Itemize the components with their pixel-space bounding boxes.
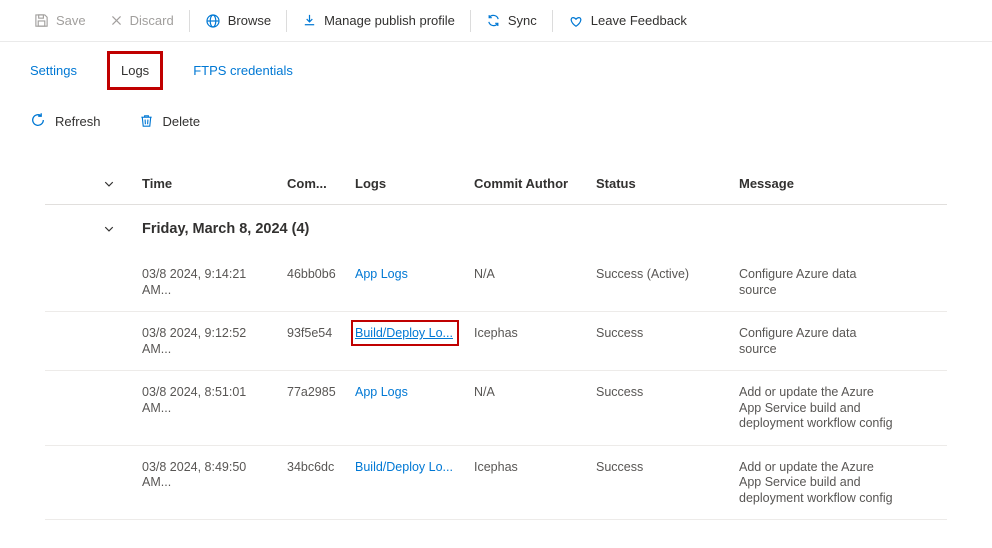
date-group-row: Friday, March 8, 2024 (4) [45,205,947,253]
build-deploy-logs-link[interactable]: Build/Deploy Lo... [355,460,453,474]
sync-label: Sync [508,13,537,28]
cell-message: Add or update the Azure App Service buil… [739,385,947,432]
cell-message: Add or update the Azure App Service buil… [739,460,947,507]
manage-publish-profile-button[interactable]: Manage publish profile [290,0,467,41]
discard-button[interactable]: Discard [98,0,186,41]
cell-message: Configure Azure data source [739,267,947,298]
app-logs-link[interactable]: App Logs [355,267,408,281]
toolbar-separator [470,10,471,32]
table-header-row: Time Com... Logs Commit Author Status Me… [45,163,947,205]
tab-ftps-credentials[interactable]: FTPS credentials [191,55,295,89]
toolbar-separator [286,10,287,32]
discard-icon [110,14,123,27]
refresh-icon [30,112,46,131]
save-icon [34,13,49,28]
browse-icon [205,13,221,29]
chevron-down-icon [103,178,115,190]
cell-time: 03/8 2024, 8:51:01 AM... [142,385,287,416]
cell-commit: 46bb0b6 [287,267,355,283]
cell-status: Success [596,326,739,342]
chevron-down-icon [103,223,115,235]
cell-commit-author: N/A [474,267,596,283]
cell-commit-author: Icephas [474,460,596,476]
tab-bar: Settings Logs FTPS credentials [0,55,992,89]
toolbar-separator [189,10,190,32]
toolbar-separator [552,10,553,32]
command-bar: Save Discard Browse Manage publish profi… [0,0,992,42]
cell-commit-author: Icephas [474,326,596,342]
deployment-logs-table: Time Com... Logs Commit Author Status Me… [45,163,947,520]
delete-label: Delete [163,114,201,129]
build-deploy-logs-link[interactable]: Build/Deploy Lo... [355,326,453,340]
cell-commit: 34bc6dc [287,460,355,476]
cell-time: 03/8 2024, 8:49:50 AM... [142,460,287,491]
app-logs-link[interactable]: App Logs [355,385,408,399]
table-row[interactable]: 03/8 2024, 8:51:01 AM... 77a2985 App Log… [45,371,947,446]
delete-button[interactable]: Delete [139,113,201,131]
header-commit[interactable]: Com... [287,176,355,191]
refresh-label: Refresh [55,114,101,129]
cell-commit: 93f5e54 [287,326,355,342]
tab-logs[interactable]: Logs [119,55,151,89]
header-commit-author[interactable]: Commit Author [474,176,596,191]
logs-action-bar: Refresh Delete [0,112,992,131]
table-row[interactable]: 03/8 2024, 9:12:52 AM... 93f5e54 Build/D… [45,312,947,371]
save-button[interactable]: Save [22,0,98,41]
cell-status: Success (Active) [596,267,739,283]
group-collapse-toggle[interactable] [45,223,142,235]
browse-button[interactable]: Browse [193,0,283,41]
discard-label: Discard [130,13,174,28]
save-label: Save [56,13,86,28]
table-row[interactable]: 03/8 2024, 9:14:21 AM... 46bb0b6 App Log… [45,253,947,312]
cell-time: 03/8 2024, 9:14:21 AM... [142,267,287,298]
header-collapse-all[interactable] [45,178,142,190]
header-message[interactable]: Message [739,176,947,191]
date-group-label: Friday, March 8, 2024 (4) [142,221,947,237]
cell-commit-author: N/A [474,385,596,401]
cell-message: Configure Azure data source [739,326,947,357]
leave-feedback-label: Leave Feedback [591,13,687,28]
header-logs[interactable]: Logs [355,176,474,191]
cell-status: Success [596,385,739,401]
sync-icon [486,13,501,28]
cell-commit: 77a2985 [287,385,355,401]
download-icon [302,13,317,28]
manage-publish-profile-label: Manage publish profile [324,13,455,28]
refresh-button[interactable]: Refresh [30,112,101,131]
cell-status: Success [596,460,739,476]
sync-button[interactable]: Sync [474,0,549,41]
browse-label: Browse [228,13,271,28]
tab-settings[interactable]: Settings [28,55,79,89]
table-row[interactable]: 03/8 2024, 8:49:50 AM... 34bc6dc Build/D… [45,446,947,521]
cell-time: 03/8 2024, 9:12:52 AM... [142,326,287,357]
header-status[interactable]: Status [596,176,739,191]
header-time[interactable]: Time [142,176,287,191]
heart-icon [568,13,584,29]
tab-logs-label: Logs [121,63,149,78]
trash-icon [139,113,154,131]
leave-feedback-button[interactable]: Leave Feedback [556,0,699,41]
